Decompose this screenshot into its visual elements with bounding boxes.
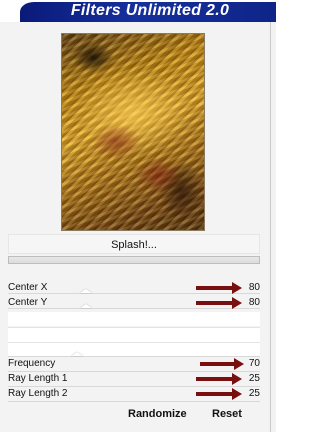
window-right-border — [270, 22, 271, 432]
slider-track-center-x[interactable] — [8, 293, 260, 294]
slider-track-bottom — [8, 401, 260, 402]
splash-preset-button[interactable]: Splash!... — [8, 234, 260, 254]
param-label-ray-length-2: Ray Length 2 — [8, 388, 68, 399]
annotation-arrow-center-x — [196, 282, 244, 294]
param-value-frequency[interactable]: 70 — [249, 357, 260, 371]
filter-preview-image — [62, 34, 204, 230]
slider-track-frequency[interactable] — [8, 356, 260, 357]
slider-track-center-y[interactable] — [8, 308, 260, 309]
slider-track-ray-length-1[interactable] — [8, 371, 260, 372]
reset-button[interactable]: Reset — [212, 404, 242, 424]
param-label-ray-length-1: Ray Length 1 — [8, 373, 68, 384]
randomize-button[interactable]: Randomize — [128, 404, 187, 424]
param-value-ray-length-1[interactable]: 25 — [249, 372, 260, 386]
slider-thumb-center-y[interactable] — [80, 304, 92, 308]
slider-track-ray-length-2[interactable] — [8, 386, 260, 387]
annotation-arrow-frequency — [200, 358, 246, 370]
title-banner: Filters Unlimited 2.0 — [0, 0, 276, 22]
empty-param-slot — [8, 343, 260, 357]
param-label-frequency: Frequency — [8, 358, 56, 369]
slider-thumb-center-x[interactable] — [80, 289, 92, 293]
slider-thumb-frequency[interactable] — [71, 352, 83, 356]
annotation-arrow-ray-length-1 — [196, 373, 244, 385]
window-title: Filters Unlimited 2.0 — [70, 2, 230, 19]
annotation-arrow-ray-length-2 — [196, 388, 244, 400]
param-value-ray-length-2[interactable]: 25 — [249, 387, 260, 401]
preview-progress-bar — [8, 256, 260, 264]
empty-param-slot — [8, 312, 260, 326]
annotation-arrow-center-y — [196, 297, 244, 309]
empty-param-slot — [8, 328, 260, 342]
